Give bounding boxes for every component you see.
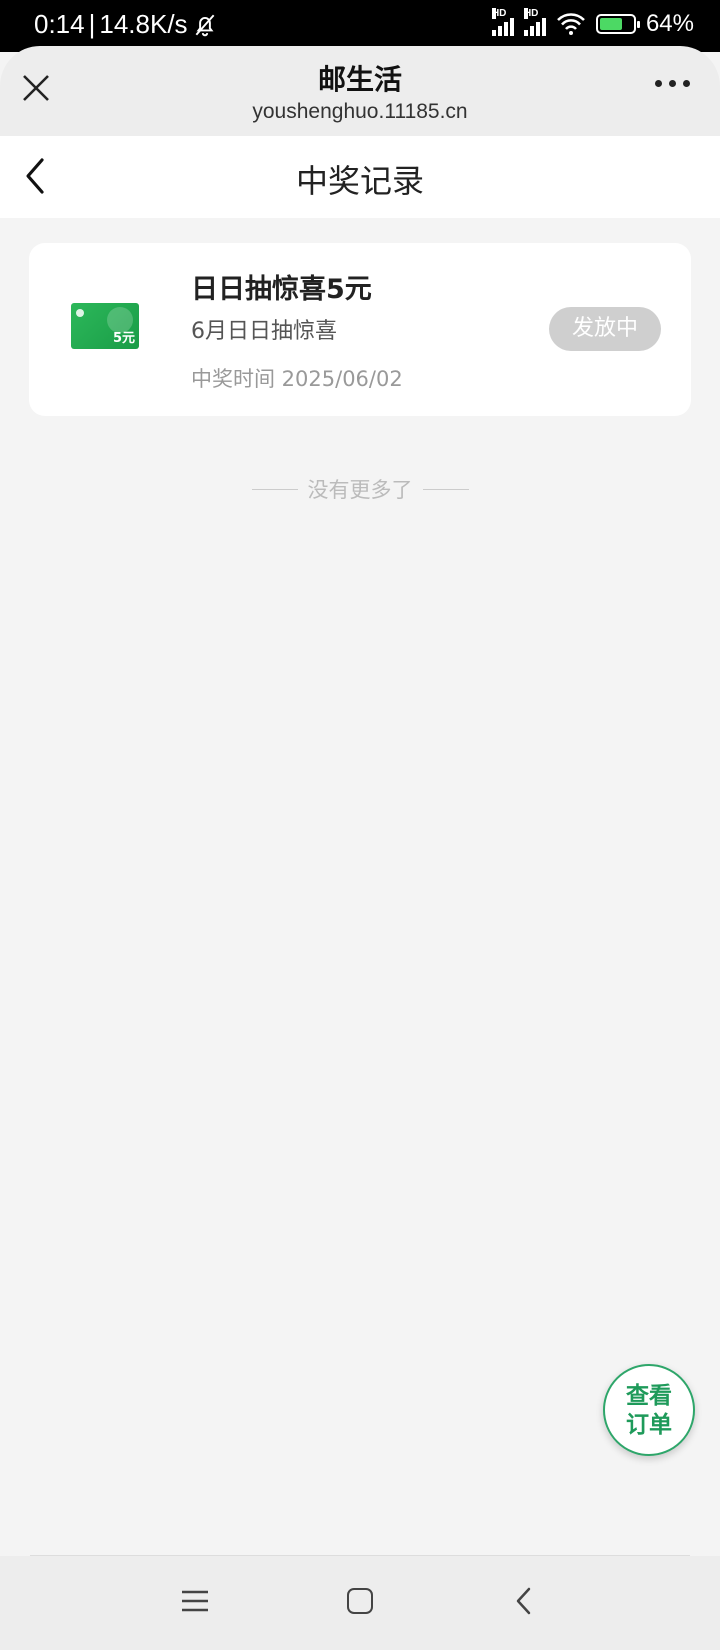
prize-card-image: 5元 <box>71 303 139 349</box>
more-options-button[interactable] <box>655 80 690 87</box>
status-left: 0:14 | 14.8K/s <box>34 9 218 40</box>
divider-line <box>422 488 469 490</box>
bell-muted-icon <box>195 14 214 36</box>
list-end-marker: 没有更多了 <box>0 474 720 504</box>
status-right: HD HD 64% <box>491 8 694 38</box>
hd-label: HD <box>491 8 507 19</box>
battery-icon <box>595 14 640 34</box>
hd-label-2: HD <box>523 8 539 19</box>
menu-icon[interactable] <box>180 1586 210 1616</box>
network-speed: 14.8K/s <box>99 9 188 39</box>
brand-logo-icon <box>76 309 84 317</box>
more-dot-icon <box>655 80 662 87</box>
system-nav-bar <box>0 1556 720 1650</box>
status-bar: 0:14 | 14.8K/s HD HD 64% <box>0 0 720 52</box>
more-dot-icon <box>669 80 676 87</box>
prize-name: 日日抽惊喜5元 <box>191 274 372 305</box>
view-orders-label-line2: 订单 <box>626 1412 672 1438</box>
wifi-icon <box>557 13 585 35</box>
battery-percent: 64% <box>645 10 694 37</box>
signal-icon: HD <box>491 8 514 36</box>
browser-header: 邮生活 youshenghuo.11185.cn <box>0 46 720 136</box>
home-icon[interactable] <box>347 1588 373 1614</box>
prize-record-card[interactable]: 5元 日日抽惊喜5元 6月日日抽惊喜 中奖时间 2025/06/02 发放中 <box>29 243 691 416</box>
list-end-text: 没有更多了 <box>307 478 413 502</box>
page-nav-bar: 中奖记录 <box>0 136 720 218</box>
more-dot-icon <box>683 80 690 87</box>
system-back-icon[interactable] <box>514 1586 534 1616</box>
view-orders-button[interactable]: 查看 订单 <box>603 1364 695 1456</box>
site-title: 邮生活 <box>317 63 402 96</box>
site-url: youshenghuo.11185.cn <box>252 100 468 123</box>
prize-activity: 6月日日抽惊喜 <box>191 319 337 344</box>
divider-line <box>251 488 298 490</box>
status-time: 0:14 <box>34 9 85 39</box>
status-divider: | <box>88 9 96 39</box>
signal-icon-2: HD <box>523 8 546 36</box>
prize-thumb-value: 5元 <box>112 331 135 346</box>
prize-time: 中奖时间 2025/06/02 <box>191 367 403 391</box>
page-title: 中奖记录 <box>295 162 424 200</box>
status-badge: 发放中 <box>549 307 661 351</box>
view-orders-label-line1: 查看 <box>626 1383 672 1409</box>
